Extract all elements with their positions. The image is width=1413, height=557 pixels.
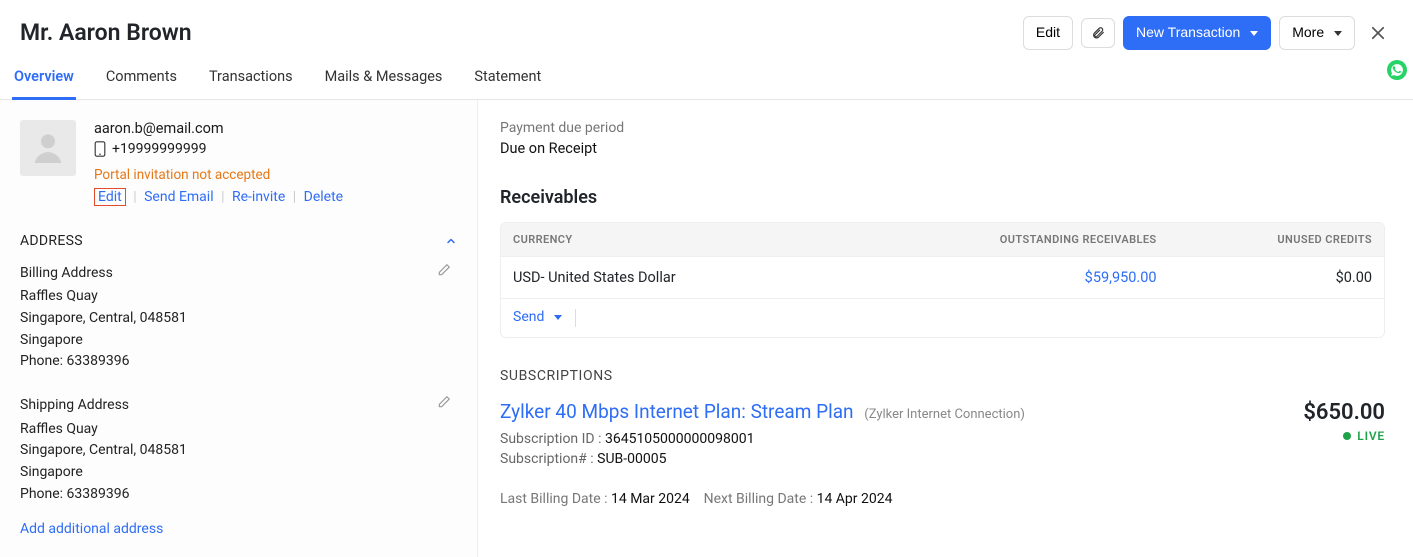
left-pane: aaron.b@email.com +19999999999 Portal in… xyxy=(0,100,478,557)
pencil-icon xyxy=(437,395,451,409)
receivables-title: Receivables xyxy=(500,187,1385,208)
col-currency: CURRENCY xyxy=(501,223,840,257)
col-outstanding: OUTSTANDING RECEIVABLES xyxy=(840,223,1168,257)
chevron-down-icon xyxy=(554,315,562,320)
shipping-phone: Phone: 63389396 xyxy=(20,484,457,506)
more-button[interactable]: More xyxy=(1279,16,1355,50)
portal-status: Portal invitation not accepted xyxy=(94,167,457,183)
shipping-line1: Raffles Quay xyxy=(20,419,457,441)
contact-send-email-link[interactable]: Send Email xyxy=(144,189,214,205)
add-additional-address-link[interactable]: Add additional address xyxy=(20,521,163,537)
edit-billing-address-icon[interactable] xyxy=(437,263,451,277)
col-credits: UNUSED CREDITS xyxy=(1169,223,1384,257)
subscriptions-title: SUBSCRIPTIONS xyxy=(500,368,1385,384)
subscription-id: 3645105000000098001 xyxy=(605,431,755,447)
tab-overview[interactable]: Overview xyxy=(12,68,76,100)
attachment-button[interactable] xyxy=(1081,18,1115,48)
right-pane: Payment due period Due on Receipt Receiv… xyxy=(478,100,1413,557)
tab-comments[interactable]: Comments xyxy=(104,68,179,99)
whatsapp-icon[interactable] xyxy=(1387,60,1407,80)
billing-line1: Raffles Quay xyxy=(20,286,457,308)
shipping-address-heading: Shipping Address xyxy=(20,395,457,417)
billing-dates: Last Billing Date : 14 Mar 2024 Next Bil… xyxy=(500,491,1385,507)
tab-statement[interactable]: Statement xyxy=(472,68,543,99)
status-text: LIVE xyxy=(1357,429,1385,443)
person-icon xyxy=(28,128,68,168)
payment-due-value: Due on Receipt xyxy=(500,140,1385,157)
contact-delete-link[interactable]: Delete xyxy=(304,189,343,205)
subscription-subtitle: (Zylker Internet Connection) xyxy=(864,407,1025,422)
header-actions: Edit New Transaction More xyxy=(1023,16,1393,50)
last-billing-date: 14 Mar 2024 xyxy=(611,491,690,507)
cell-credits: $0.00 xyxy=(1169,256,1384,298)
send-dropdown[interactable]: Send xyxy=(513,309,565,325)
send-label: Send xyxy=(513,309,544,325)
contact-reinvite-link[interactable]: Re-invite xyxy=(232,189,285,205)
page-title: Mr. Aaron Brown xyxy=(20,19,192,46)
billing-phone: Phone: 63389396 xyxy=(20,351,457,373)
contact-phone: +19999999999 xyxy=(112,141,207,157)
contact-edit-link[interactable]: Edit xyxy=(94,188,126,206)
separator: | xyxy=(221,189,224,205)
billing-line3: Singapore xyxy=(20,330,457,352)
subscription-amount: $650.00 xyxy=(1303,400,1385,425)
subscription-title-text: Zylker 40 Mbps Internet Plan: Stream Pla… xyxy=(500,400,854,423)
new-transaction-label: New Transaction xyxy=(1136,24,1240,40)
edit-button[interactable]: Edit xyxy=(1023,16,1073,50)
chevron-down-icon xyxy=(1250,31,1258,36)
table-row: USD- United States Dollar $59,950.00 $0.… xyxy=(501,256,1384,298)
chevron-up-icon xyxy=(445,235,457,247)
edit-shipping-address-icon[interactable] xyxy=(437,395,451,409)
chevron-down-icon xyxy=(1334,31,1342,36)
shipping-line2: Singapore, Central, 048581 xyxy=(20,440,457,462)
separator: | xyxy=(133,189,136,205)
cell-outstanding[interactable]: $59,950.00 xyxy=(840,256,1168,298)
payment-due-label: Payment due period xyxy=(500,120,1385,136)
subscription-number: SUB-00005 xyxy=(597,451,666,467)
tab-mails[interactable]: Mails & Messages xyxy=(323,68,445,99)
subscription-status: LIVE xyxy=(1303,429,1385,443)
cell-currency: USD- United States Dollar xyxy=(501,256,840,298)
receivables-table: CURRENCY OUTSTANDING RECEIVABLES UNUSED … xyxy=(500,222,1385,338)
next-billing-date: 14 Apr 2024 xyxy=(817,491,893,507)
paperclip-icon xyxy=(1091,25,1105,41)
more-label: More xyxy=(1292,24,1324,40)
billing-line2: Singapore, Central, 048581 xyxy=(20,308,457,330)
close-button[interactable] xyxy=(1363,24,1393,42)
contact-actions: Edit | Send Email | Re-invite | Delete xyxy=(94,189,457,205)
shipping-line3: Singapore xyxy=(20,462,457,484)
address-section-toggle[interactable]: ADDRESS xyxy=(20,233,457,249)
tabs: Overview Comments Transactions Mails & M… xyxy=(0,50,1413,100)
subscription-item: Zylker 40 Mbps Internet Plan: Stream Pla… xyxy=(500,400,1385,507)
address-section-title: ADDRESS xyxy=(20,233,83,249)
separator: | xyxy=(293,189,296,205)
pencil-icon xyxy=(437,263,451,277)
contact-email: aaron.b@email.com xyxy=(94,120,457,137)
billing-address-heading: Billing Address xyxy=(20,263,457,285)
avatar xyxy=(20,120,76,176)
status-dot-icon xyxy=(1343,432,1351,440)
new-transaction-button[interactable]: New Transaction xyxy=(1123,16,1271,50)
close-icon xyxy=(1369,24,1387,42)
divider xyxy=(575,309,576,327)
tab-transactions[interactable]: Transactions xyxy=(207,68,295,99)
mobile-icon xyxy=(94,141,106,157)
subscription-title-link[interactable]: Zylker 40 Mbps Internet Plan: Stream Pla… xyxy=(500,400,1025,423)
